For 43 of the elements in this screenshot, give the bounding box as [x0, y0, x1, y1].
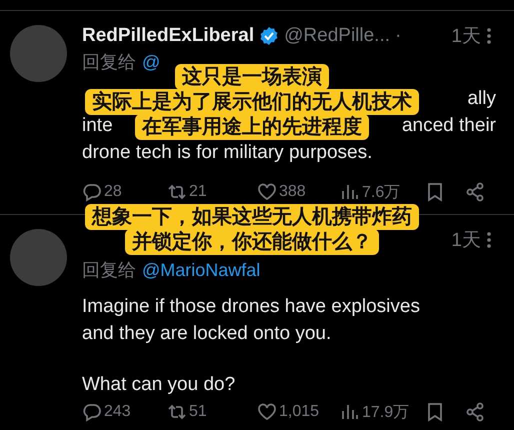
bookmark-icon[interactable] — [425, 182, 445, 202]
share-icon[interactable] — [465, 182, 485, 202]
subtitle-caption: 想象一下，如果这些无人机携带炸药 — [85, 204, 419, 230]
heart-icon[interactable] — [257, 402, 277, 422]
post-text: and they are locked onto you. — [82, 322, 332, 344]
user-handle[interactable]: @RedPille... — [284, 25, 390, 47]
action-count: 28 — [104, 183, 122, 201]
action-count: 243 — [104, 403, 131, 421]
repost-icon[interactable] — [167, 182, 187, 202]
heart-icon[interactable] — [257, 182, 277, 202]
post-time: 1天 — [451, 229, 481, 253]
action-count: 17.9万 — [362, 402, 410, 422]
display-name[interactable]: RedPilledExLiberal — [82, 25, 254, 47]
action-count: 51 — [189, 403, 207, 421]
subtitle-caption: 这只是一场表演 — [175, 64, 329, 90]
action-count: 7.6万 — [362, 182, 400, 202]
repost-icon[interactable] — [167, 402, 187, 422]
reply-to-label: 回复给 — [82, 259, 136, 282]
comment-icon[interactable] — [82, 182, 102, 202]
post-text: Imagine if those drones have explosives — [82, 296, 420, 318]
more-options-icon[interactable] — [486, 230, 492, 250]
subtitle-caption: 在军事用途上的先进程度 — [135, 114, 369, 140]
bar-chart-icon[interactable] — [340, 402, 360, 422]
reply-to-label: 回复给 — [82, 51, 136, 74]
subtitle-caption: 实际上是为了展示他们的无人机技术 — [85, 89, 419, 115]
action-count: 21 — [189, 183, 207, 201]
bar-chart-icon[interactable] — [340, 182, 360, 202]
post-text: ally — [467, 88, 496, 110]
post-time: 1天 — [451, 25, 481, 49]
action-count: 388 — [279, 183, 306, 201]
subtitle-caption: 并锁定你，你还能做什么？ — [125, 229, 379, 255]
bookmark-icon[interactable] — [425, 402, 445, 422]
post-text: drone tech is for military purposes. — [82, 142, 372, 164]
separator-dot: · — [395, 25, 402, 47]
mention-link[interactable]: @MarioNawfal — [142, 260, 260, 280]
post-text: inte — [82, 114, 113, 136]
more-options-icon[interactable] — [486, 26, 492, 46]
action-count: 1,015 — [279, 403, 320, 421]
share-icon[interactable] — [465, 402, 485, 422]
comment-icon[interactable] — [82, 402, 102, 422]
post-text: anced their — [402, 114, 496, 136]
mention-link[interactable]: @ — [142, 52, 160, 72]
post-text: What can you do? — [82, 374, 236, 396]
